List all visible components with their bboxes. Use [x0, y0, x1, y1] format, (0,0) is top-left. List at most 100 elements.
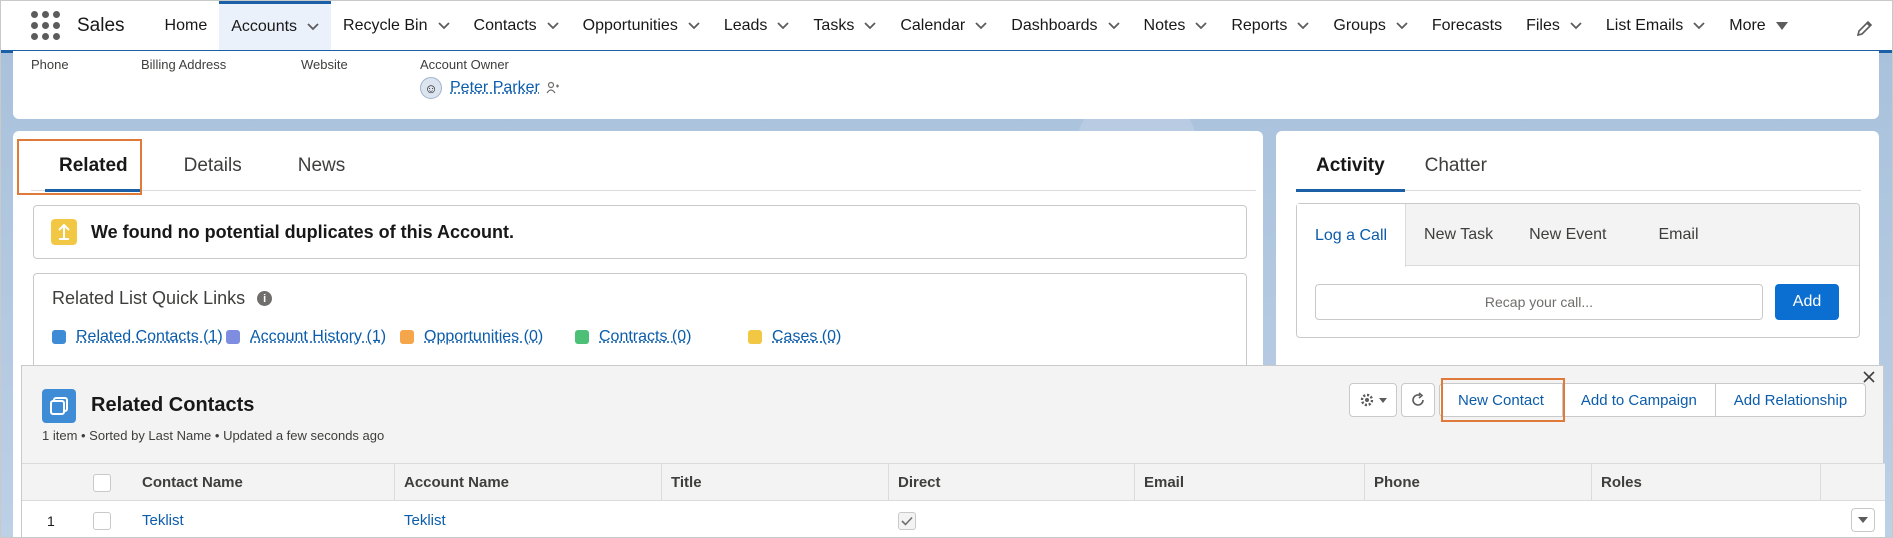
- column-title[interactable]: Title: [662, 464, 889, 501]
- chevron-down-icon[interactable]: [1195, 21, 1207, 30]
- chevron-down-icon[interactable]: [1693, 21, 1705, 30]
- quick-link-related-contacts[interactable]: Related Contacts (1): [52, 328, 223, 346]
- app-name: Sales: [77, 14, 125, 36]
- quick-link-account-history[interactable]: Account History (1): [226, 328, 386, 346]
- account-name-cell: Teklist: [395, 501, 662, 537]
- app-frame: Sales Home Accounts Recycle Bin Contacts Opp…: [0, 0, 1893, 538]
- chevron-down-icon[interactable]: [547, 21, 559, 30]
- nav-item-label: Dashboards: [1011, 16, 1098, 34]
- nav-item-label: Opportunities: [582, 16, 678, 34]
- nav-item-forecasts[interactable]: Forecasts: [1420, 1, 1514, 50]
- nav-item-label: Calendar: [900, 16, 966, 34]
- nav-item-tasks[interactable]: Tasks: [801, 1, 888, 50]
- nav-item-label: Tasks: [813, 16, 855, 34]
- quick-link-icon: [52, 330, 66, 344]
- quick-link-opportunities[interactable]: Opportunities (0): [400, 328, 543, 346]
- quick-links-title-text: Related List Quick Links: [52, 288, 246, 308]
- duplicates-icon: [51, 219, 77, 245]
- quick-link-label: Contracts (0): [599, 328, 692, 345]
- nav-item-label: List Emails: [1605, 16, 1684, 34]
- chevron-down-icon[interactable]: [1396, 21, 1408, 30]
- tab-new-task[interactable]: New Task: [1406, 204, 1511, 265]
- chevron-down-icon[interactable]: [307, 23, 319, 31]
- chevron-down-icon[interactable]: [688, 21, 700, 30]
- refresh-icon: [1412, 392, 1424, 406]
- duplicates-card: We found no potential duplicates of this…: [33, 205, 1247, 259]
- recap-input[interactable]: Recap your call...: [1315, 284, 1763, 320]
- website-label: Website: [301, 57, 348, 72]
- account-owner-label: Account Owner: [420, 57, 509, 72]
- change-owner-icon[interactable]: [546, 81, 560, 95]
- app-launcher-button[interactable]: [23, 4, 67, 48]
- related-contacts-title: Related Contacts: [91, 394, 255, 416]
- contacts-icon: [42, 389, 76, 423]
- nav-item-calendar[interactable]: Calendar: [888, 1, 999, 50]
- column-email[interactable]: Email: [1135, 464, 1365, 501]
- nav-item-list-emails[interactable]: List Emails: [1594, 1, 1717, 50]
- tab-log-a-call[interactable]: Log a Call: [1297, 204, 1407, 267]
- chevron-down-icon[interactable]: [777, 21, 790, 30]
- refresh-button[interactable]: [1401, 383, 1435, 417]
- chevron-down-icon[interactable]: [1570, 21, 1582, 30]
- nav-more-button[interactable]: More: [1717, 1, 1799, 50]
- nav-item-label: Files: [1526, 16, 1560, 34]
- tab-email[interactable]: Email: [1624, 204, 1716, 265]
- row-select-cell: [84, 501, 133, 537]
- nav-item-leads[interactable]: Leads: [712, 1, 802, 50]
- quick-link-icon: [226, 330, 240, 344]
- quick-link-cases[interactable]: Cases (0): [748, 328, 841, 346]
- column-contact-name[interactable]: Contact Name: [133, 464, 395, 501]
- column-roles[interactable]: Roles: [1592, 464, 1821, 501]
- account-name-link[interactable]: Teklist: [404, 512, 446, 529]
- chevron-down-icon[interactable]: [1297, 21, 1310, 30]
- list-settings-button[interactable]: [1349, 383, 1397, 417]
- column-phone[interactable]: Phone: [1365, 464, 1592, 501]
- nav-item-opportunities[interactable]: Opportunities: [571, 1, 712, 50]
- nav-item-recycle-bin[interactable]: Recycle Bin: [331, 1, 461, 50]
- row-select-checkbox[interactable]: [93, 511, 111, 530]
- quick-link-contracts[interactable]: Contracts (0): [575, 328, 691, 346]
- chevron-down-icon[interactable]: [975, 21, 987, 30]
- tab-details[interactable]: Details: [156, 141, 270, 191]
- chevron-down-icon[interactable]: [864, 21, 876, 30]
- nav-item-reports[interactable]: Reports: [1219, 1, 1321, 50]
- activity-composer: Log a Call New Task New Event Email Reca…: [1296, 203, 1860, 338]
- nav-item-notes[interactable]: Notes: [1132, 1, 1220, 50]
- composer-tabs: Log a Call New Task New Event Email: [1297, 204, 1859, 267]
- phone-label: Phone: [31, 57, 69, 72]
- column-direct[interactable]: Direct: [889, 464, 1135, 501]
- add-relationship-button[interactable]: Add Relationship: [1714, 384, 1865, 416]
- nav-item-home[interactable]: Home: [153, 1, 220, 50]
- tab-chatter[interactable]: Chatter: [1405, 141, 1507, 191]
- owner-avatar: ☺: [420, 77, 442, 99]
- direct-checkbox: [898, 511, 916, 530]
- edit-nav-pencil-icon[interactable]: [1856, 19, 1874, 37]
- select-all-checkbox[interactable]: [93, 473, 111, 492]
- tab-activity[interactable]: Activity: [1296, 141, 1405, 192]
- activity-tabs: Activity Chatter: [1296, 141, 1861, 192]
- quick-link-icon: [575, 330, 589, 344]
- owner-link[interactable]: Peter Parker: [450, 79, 540, 97]
- quick-links-card: Related List Quick Links i Related Conta…: [33, 273, 1247, 373]
- add-call-button[interactable]: Add: [1775, 284, 1839, 320]
- nav-more-label: More: [1729, 16, 1766, 34]
- table-header: Contact Name Account Name Title Direct E…: [22, 463, 1885, 501]
- nav-items: Home Accounts Recycle Bin Contacts Opportuni…: [153, 1, 1718, 50]
- column-account-name[interactable]: Account Name: [395, 464, 662, 501]
- nav-item-dashboards[interactable]: Dashboards: [999, 1, 1131, 50]
- add-to-campaign-button[interactable]: Add to Campaign: [1561, 384, 1715, 416]
- nav-item-accounts[interactable]: Accounts: [219, 1, 332, 50]
- nav-item-files[interactable]: Files: [1514, 1, 1594, 50]
- info-icon[interactable]: i: [257, 291, 273, 306]
- table-row: 1 Teklist Teklist: [22, 501, 1885, 537]
- tab-new-event[interactable]: New Event: [1511, 204, 1624, 265]
- chevron-down-icon[interactable]: [1107, 21, 1120, 30]
- tab-news[interactable]: News: [270, 141, 374, 191]
- chevron-down-icon[interactable]: [437, 21, 450, 30]
- global-nav: Sales Home Accounts Recycle Bin Contacts Opp…: [1, 1, 1892, 53]
- nav-item-contacts[interactable]: Contacts: [462, 1, 571, 50]
- record-tabs: Related Details News: [31, 141, 1256, 192]
- contact-name-link[interactable]: Teklist: [142, 512, 184, 529]
- row-actions-button[interactable]: [1851, 508, 1875, 532]
- nav-item-groups[interactable]: Groups: [1321, 1, 1419, 50]
